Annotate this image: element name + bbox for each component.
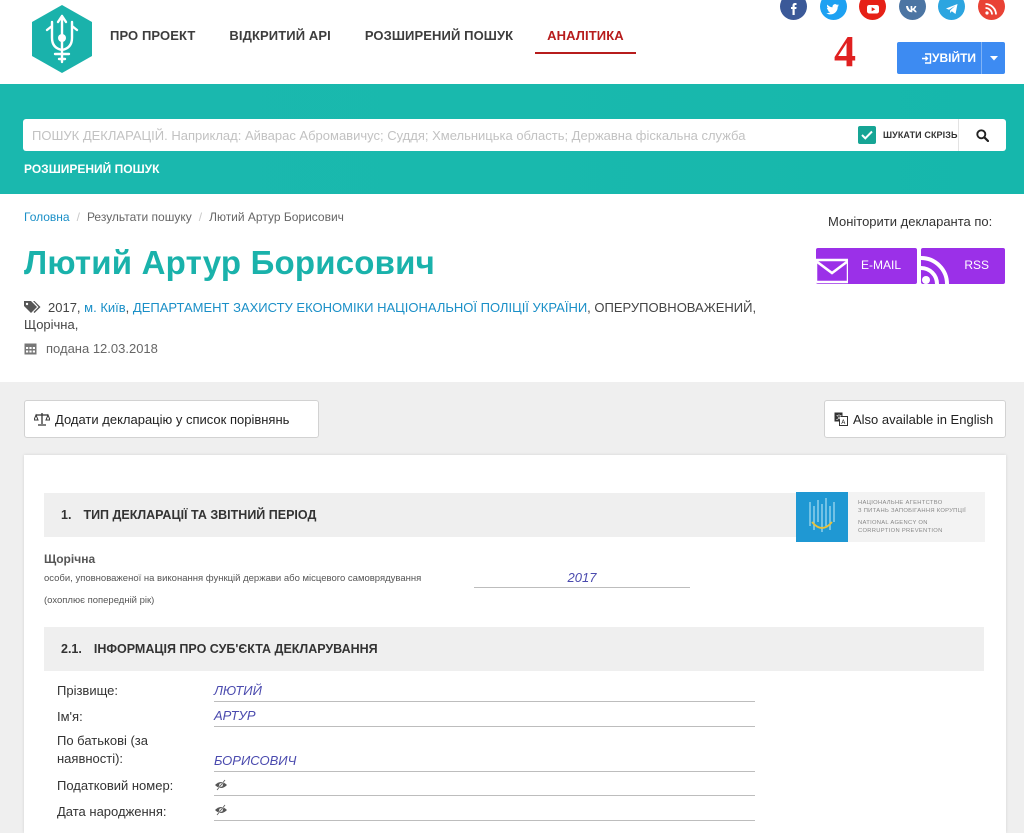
youtube-icon[interactable] xyxy=(859,0,886,20)
nav-analytics[interactable]: АНАЛІТИКА xyxy=(535,16,636,54)
login-label: УВІЙТИ xyxy=(932,51,977,65)
login-icon xyxy=(922,52,932,64)
search-everywhere-label: ШУКАТИ СКРІЗЬ xyxy=(883,130,958,140)
field-value-tax-number xyxy=(214,777,755,796)
tag-declaration-type: Щорічна xyxy=(24,317,75,332)
field-label-first-name: Ім'я: xyxy=(57,709,83,724)
search-input[interactable] xyxy=(23,119,853,151)
field-label-surname: Прізвище: xyxy=(57,683,118,698)
breadcrumb-separator: / xyxy=(76,210,80,224)
nazk-en-line1: National agency on xyxy=(858,519,928,526)
declaration-year: 2017 xyxy=(474,565,690,588)
submitted-date: подана 12.03.2018 xyxy=(24,341,158,356)
declaration-document: 1. ТИП ДЕКЛАРАЦІЇ ТА ЗВІТНИЙ ПЕРІОД Наці… xyxy=(24,455,1006,833)
declaration-type-title: Щорічна xyxy=(44,552,96,566)
breadcrumb: Головна / Результати пошуку / Лютий Арту… xyxy=(24,210,344,224)
breadcrumb-current: Лютий Артур Борисович xyxy=(209,210,344,224)
rss-feed-icon xyxy=(921,256,949,284)
monitor-label: Моніторити декларанта по: xyxy=(828,214,993,229)
main-nav: ПРО ПРОЕКТ ВІДКРИТИЙ API РОЗШИРЕНИЙ ПОШУ… xyxy=(98,16,646,56)
site-logo[interactable] xyxy=(30,4,94,74)
nazk-caption: Національне агентство з питань запобіган… xyxy=(858,499,966,536)
nav-open-api[interactable]: ВІДКРИТИЙ API xyxy=(217,16,342,54)
section-number: 1. xyxy=(61,508,72,522)
tags-icon xyxy=(24,301,41,313)
declaration-tags: 2017, м. Київ, ДЕПАРТАМЕНТ ЗАХИСТУ ЕКОНО… xyxy=(24,300,757,332)
social-links xyxy=(780,0,1017,20)
telegram-icon[interactable] xyxy=(938,0,965,20)
annotation-number: 4 xyxy=(834,27,856,76)
advanced-search-link[interactable]: РОЗШИРЕНИЙ ПОШУК xyxy=(24,162,159,176)
nav-advanced-search[interactable]: РОЗШИРЕНИЙ ПОШУК xyxy=(353,16,525,54)
section-number: 2.1. xyxy=(61,642,82,656)
monitor-email-button[interactable]: E-MAIL xyxy=(816,248,917,284)
submitted-label: подана 12.03.2018 xyxy=(46,341,158,356)
rss-icon[interactable] xyxy=(977,0,1005,20)
field-value-patronymic: БОРИСОВИЧ xyxy=(214,753,755,772)
search-button[interactable] xyxy=(958,119,1006,151)
field-value-birth-date xyxy=(214,802,755,821)
tag-organization-link[interactable]: ДЕПАРТАМЕНТ ЗАХИСТУ ЕКОНОМІКИ НАЦІОНАЛЬН… xyxy=(133,300,587,315)
section-title: ІНФОРМАЦІЯ ПРО СУБ'ЄКТА ДЕКЛАРУВАННЯ xyxy=(93,642,378,656)
section-title: ТИП ДЕКЛАРАЦІЇ ТА ЗВІТНИЙ ПЕРІОД xyxy=(83,508,317,522)
page-title: Лютий Артур Борисович xyxy=(24,244,435,281)
tag-position: ОПЕРУПОВНОВАЖЕНИЙ xyxy=(594,300,753,315)
breadcrumb-separator: / xyxy=(198,210,203,224)
nazk-ua-line1: Національне агентство xyxy=(858,499,943,506)
english-version-label: Also available in English xyxy=(853,411,994,427)
nav-about[interactable]: ПРО ПРОЕКТ xyxy=(98,16,207,54)
calendar-icon xyxy=(24,343,37,355)
caret-down-icon xyxy=(989,55,998,60)
search-icon xyxy=(976,128,989,142)
language-icon: 文 A xyxy=(834,412,848,426)
section-subject-info: 2.1. ІНФОРМАЦІЯ ПРО СУБ'ЄКТА ДЕКЛАРУВАНН… xyxy=(44,627,984,671)
checkmark-icon xyxy=(861,130,873,140)
search-band: ШУКАТИ СКРІЗЬ РОЗШИРЕНИЙ ПОШУК xyxy=(0,84,1024,194)
facebook-icon[interactable] xyxy=(780,0,807,20)
field-label-birth-date: Дата народження: xyxy=(57,804,167,819)
envelope-icon xyxy=(816,258,848,284)
field-value-surname: ЛЮТИЙ xyxy=(214,683,755,702)
tag-year: 2017 xyxy=(48,300,77,315)
site-header: ПРО ПРОЕКТ ВІДКРИТИЙ API РОЗШИРЕНИЙ ПОШУ… xyxy=(0,0,1024,84)
hidden-eye-icon xyxy=(215,804,227,816)
login-dropdown-toggle[interactable] xyxy=(981,42,1005,74)
nazk-logo: Національне агентство з питань запобіган… xyxy=(796,492,985,542)
twitter-icon[interactable] xyxy=(819,0,847,20)
nazk-en-line2: corruption prevention xyxy=(858,528,943,534)
vk-icon[interactable] xyxy=(898,0,926,20)
tag-city-link[interactable]: м. Київ xyxy=(84,300,126,315)
search-box: ШУКАТИ СКРІЗЬ xyxy=(23,119,1006,151)
hidden-eye-icon xyxy=(215,779,227,791)
add-to-compare-button[interactable]: Додати декларацію у список порівнянь xyxy=(24,400,319,438)
field-value-first-name: АРТУР xyxy=(214,708,755,727)
english-version-button[interactable]: 文 A Also available in English xyxy=(824,400,1006,438)
field-label-patronymic: По батькові (за наявності): xyxy=(57,733,148,766)
field-label-tax-number: Податковий номер: xyxy=(57,778,174,793)
login-button[interactable]: УВІЙТИ xyxy=(897,42,1005,74)
monitor-rss-label: RSS xyxy=(964,258,989,272)
breadcrumb-home[interactable]: Головна xyxy=(24,210,70,224)
declaration-type-description: особи, уповноваженої на виконання функці… xyxy=(44,573,422,584)
search-everywhere-checkbox[interactable] xyxy=(858,126,876,144)
declaration-type-note: (охоплює попередній рік) xyxy=(44,595,155,606)
nazk-ua-line2: з питань запобігання корупції xyxy=(858,508,967,514)
balance-scale-icon xyxy=(34,413,50,426)
add-to-compare-label: Додати декларацію у список порівнянь xyxy=(55,411,290,427)
search-everywhere-toggle[interactable]: ШУКАТИ СКРІЗЬ xyxy=(858,126,958,144)
monitor-email-label: E-MAIL xyxy=(860,258,901,272)
monitor-rss-button[interactable]: RSS xyxy=(921,248,1005,284)
nazk-emblem-icon xyxy=(796,492,848,542)
breadcrumb-results[interactable]: Результати пошуку xyxy=(87,210,192,224)
